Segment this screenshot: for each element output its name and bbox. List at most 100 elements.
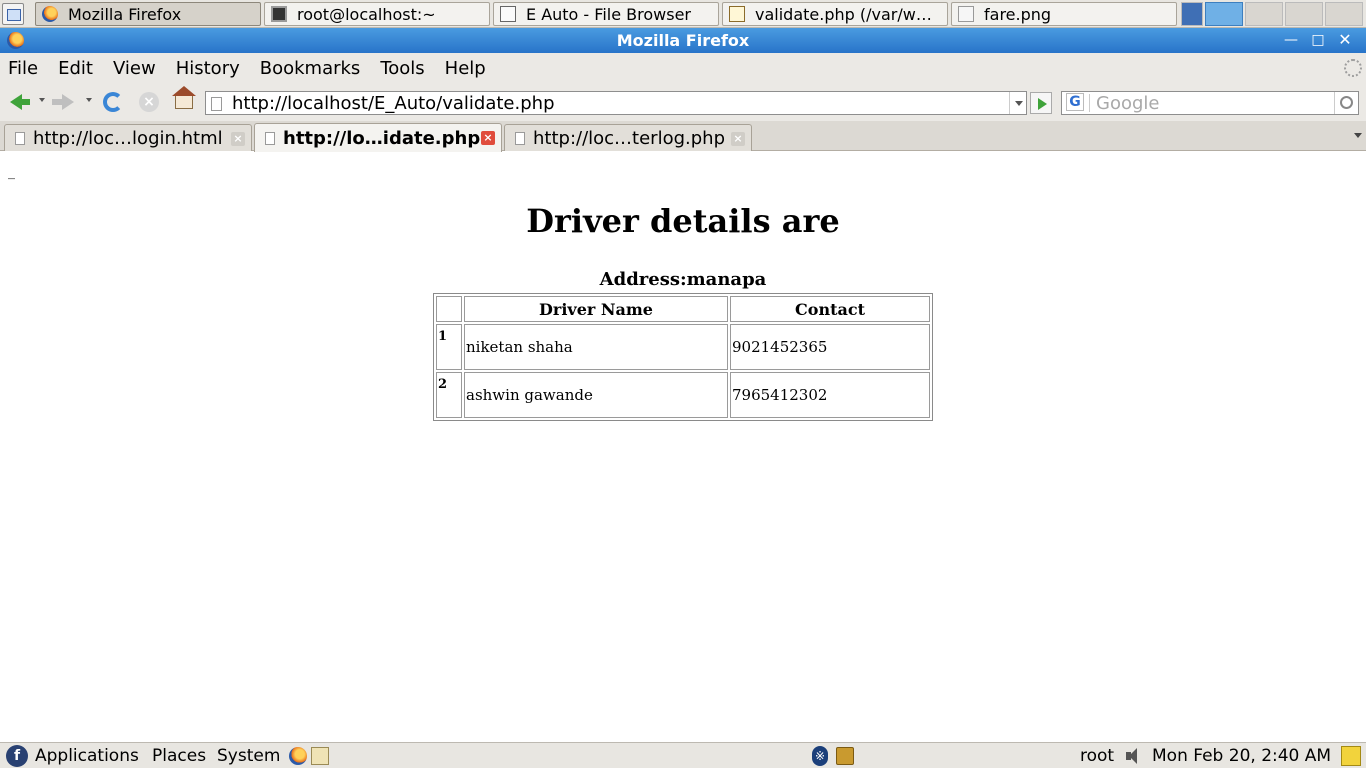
go-button[interactable] [1030,92,1052,114]
menu-file[interactable]: File [0,58,48,79]
contact-cell: 7965412302 [730,372,930,418]
driver-table: Driver Name Contact 1 niketan shaha 9021… [433,293,933,421]
url-bar[interactable]: http://localhost/E_Auto/validate.php [205,91,1027,115]
tab-terlog[interactable]: http://loc…terlog.php × [504,124,752,151]
home-button[interactable] [172,86,196,114]
table-row: 1 niketan shaha 9021452365 [436,324,930,370]
workspace-1[interactable] [1205,2,1243,26]
page-icon [515,131,525,145]
back-history-dropdown[interactable] [39,98,45,102]
reload-button[interactable] [101,90,125,114]
throbber-icon [1344,59,1362,77]
volume-icon[interactable] [1124,747,1146,765]
column-header-contact: Contact [730,296,930,322]
notes-icon[interactable] [1341,746,1361,766]
tab-strip: http://loc…login.html × http://lo…idate.… [0,121,1366,152]
back-arrow-icon [10,94,30,110]
firefox-icon [42,6,58,22]
menubar: File Edit View History Bookmarks Tools H… [0,53,1366,83]
terminal-icon [271,6,287,22]
back-button[interactable] [6,90,30,114]
contact-cell: 9021452365 [730,324,930,370]
update-notifier-icon[interactable] [836,747,854,765]
table-header-row: Driver Name Contact [436,296,930,322]
menu-help[interactable]: Help [435,58,496,79]
forward-history-dropdown[interactable] [86,98,92,102]
task-terminal[interactable]: root@localhost:~ [264,2,490,26]
search-icon[interactable] [1334,92,1358,114]
maximize-button[interactable]: □ [1308,31,1328,49]
search-bar[interactable]: Google [1061,91,1359,115]
task-image-viewer[interactable]: fare.png [951,2,1177,26]
menu-view[interactable]: View [103,58,166,79]
menu-edit[interactable]: Edit [48,58,103,79]
window-titlebar[interactable]: Mozilla Firefox — □ ✕ [0,28,1366,53]
workspace-icon[interactable] [1181,2,1203,26]
menu-applications[interactable]: Applications [35,746,139,766]
minimize-button[interactable]: — [1281,31,1301,49]
page-icon [211,97,222,111]
home-icon [172,86,196,109]
stop-button[interactable]: × [137,90,161,114]
mail-launcher-icon[interactable] [311,747,329,765]
task-label: Mozilla Firefox [68,4,182,24]
text-editor-icon [729,6,745,22]
firefox-launcher-icon[interactable] [289,747,307,765]
task-file-browser[interactable]: E Auto - File Browser [493,2,719,26]
tab-validate[interactable]: http://lo…idate.php × [254,123,502,152]
user-name[interactable]: root [1080,746,1114,766]
list-all-tabs-icon[interactable] [1354,133,1362,138]
show-desktop-icon[interactable] [2,3,24,25]
search-engine-icon[interactable] [1064,93,1090,112]
fedora-logo-icon[interactable]: f [6,745,28,767]
column-header-driver-name: Driver Name [464,296,728,322]
clock[interactable]: Mon Feb 20, 2:40 AM [1152,746,1331,766]
page-heading: Driver details are [526,202,840,240]
window-title: Mozilla Firefox [616,31,750,50]
table-row: 2 ashwin gawande 7965412302 [436,372,930,418]
driver-name-cell: niketan shaha [464,324,728,370]
workspace-2[interactable] [1245,2,1283,26]
stop-icon: × [139,92,159,112]
reload-icon [103,92,123,112]
tab-close-icon[interactable]: × [231,132,245,146]
task-text-editor[interactable]: validate.php (/var/w… [722,2,948,26]
tab-label: http://loc…login.html [33,127,223,149]
workspace-3[interactable] [1285,2,1323,26]
top-taskbar: Mozilla Firefox root@localhost:~ E Auto … [0,0,1366,28]
address-label: Address:manapa [599,269,767,290]
task-label: fare.png [984,4,1052,24]
page-content: _ Driver details are Address:manapa Driv… [0,152,1366,742]
search-placeholder[interactable]: Google [1096,93,1159,114]
column-header-index [436,296,462,322]
menu-history[interactable]: History [166,58,250,79]
forward-button[interactable] [52,90,76,114]
task-label: validate.php (/var/w… [755,4,932,24]
menu-tools[interactable]: Tools [370,58,434,79]
tab-label: http://lo…idate.php [283,127,481,149]
stray-text: _ [8,164,15,180]
tab-close-icon[interactable]: × [731,132,745,146]
url-text[interactable]: http://localhost/E_Auto/validate.php [232,93,555,114]
driver-name-cell: ashwin gawande [464,372,728,418]
task-firefox[interactable]: Mozilla Firefox [35,2,261,26]
page-icon [15,131,25,145]
image-icon [958,6,974,22]
workspace-4[interactable] [1325,2,1363,26]
tab-close-icon[interactable]: × [481,131,495,145]
page-icon [265,131,275,145]
folder-icon [500,6,516,22]
row-index: 1 [436,324,462,370]
menu-places[interactable]: Places [152,746,206,766]
bluetooth-icon[interactable]: ※ [812,746,828,766]
close-button[interactable]: ✕ [1335,31,1355,49]
row-index: 2 [436,372,462,418]
menu-system[interactable]: System [217,746,280,766]
url-history-dropdown[interactable] [1009,92,1026,114]
forward-arrow-icon [52,94,74,110]
menu-bookmarks[interactable]: Bookmarks [250,58,371,79]
tab-label: http://loc…terlog.php [533,127,726,149]
task-label: root@localhost:~ [297,4,436,24]
bottom-panel: f Applications Places System ※ root Mon … [0,742,1366,768]
tab-login[interactable]: http://loc…login.html × [4,124,252,151]
